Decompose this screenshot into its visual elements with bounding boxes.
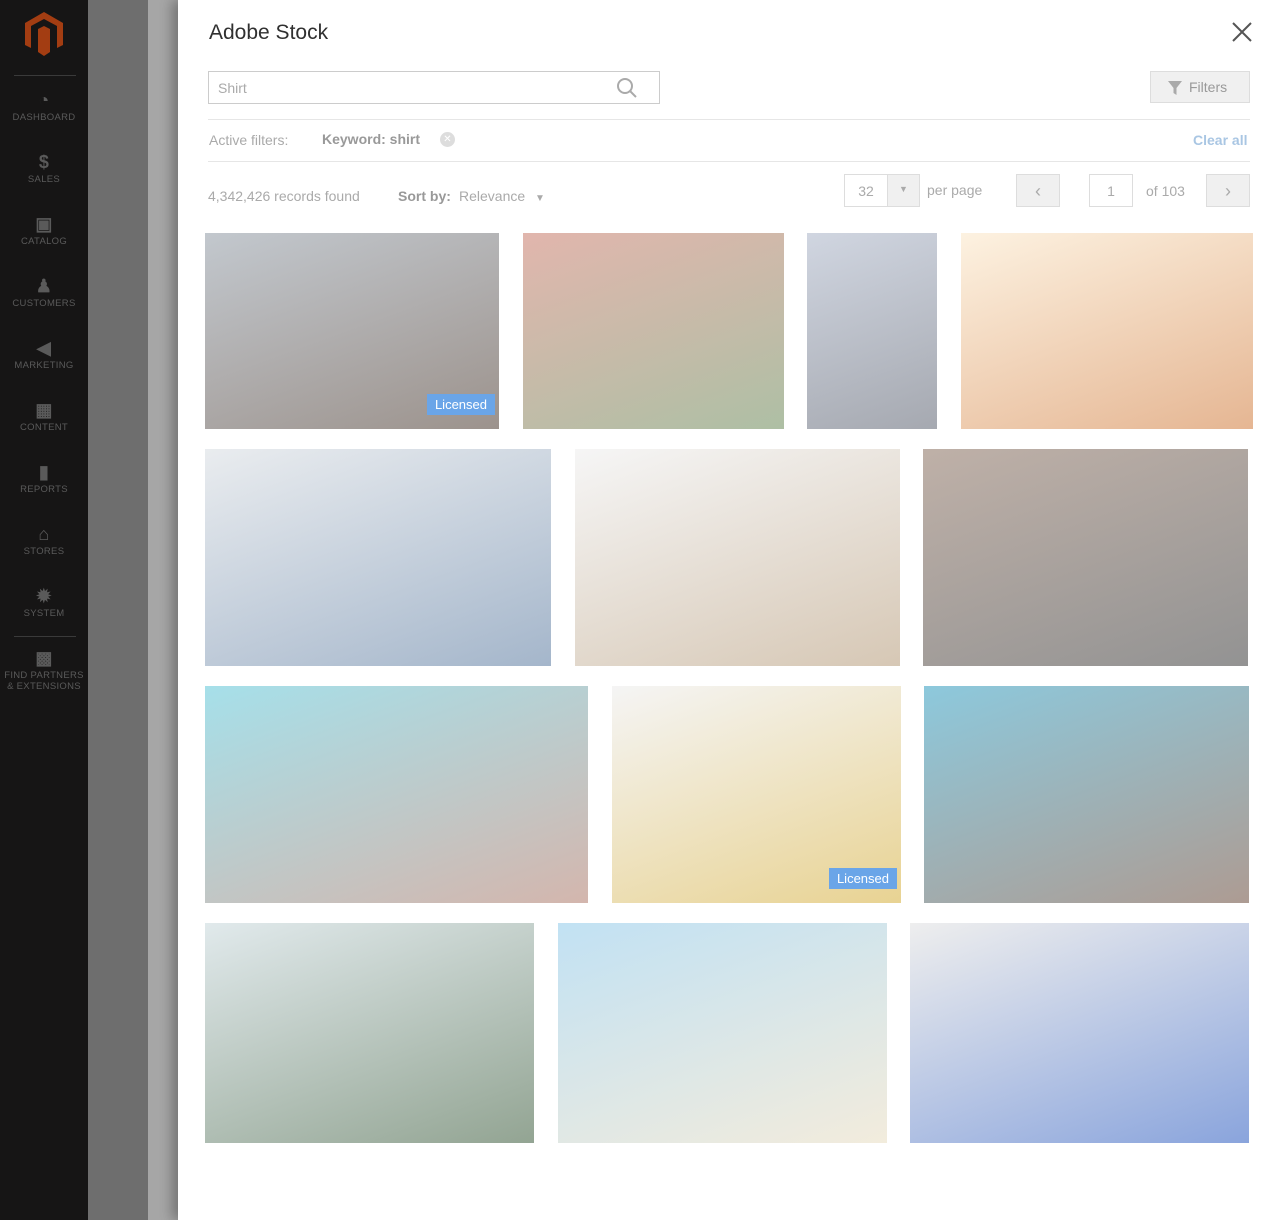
stock-image-thumbnail[interactable]: Licensed (612, 686, 901, 903)
sidebar-item-label: SYSTEM (23, 608, 65, 619)
divider (208, 161, 1250, 162)
sidebar-item-find[interactable]: ▩ FIND PARTNERS & EXTENSIONS (0, 648, 88, 692)
gear-icon: ✹ (36, 586, 52, 606)
next-page-button[interactable]: › (1206, 174, 1250, 207)
stock-image-thumbnail[interactable] (961, 233, 1253, 429)
lego-icon: ▩ (35, 648, 53, 668)
layout-icon: ▦ (35, 400, 53, 420)
stock-image-thumbnail[interactable] (205, 686, 588, 903)
sidebar-item-label: STORES (23, 546, 65, 557)
prev-page-button[interactable]: ‹ (1016, 174, 1060, 207)
licensed-badge: Licensed (828, 868, 897, 889)
page-input[interactable]: 1 (1089, 174, 1133, 207)
admin-sidebar: ◔ DASHBOARD $ SALES ▣ CATALOG ♟ CUSTOMERS ◀ MARKE… (0, 0, 88, 1220)
sidebar-item-reports[interactable]: ▮ REPORTS (0, 462, 88, 495)
sidebar-item-label: REPORTS (20, 484, 68, 495)
dashboard-icon: ◔ (38, 90, 50, 110)
active-filters-label: Active filters: (209, 132, 289, 148)
stock-image-thumbnail[interactable] (523, 233, 784, 429)
dollar-icon: $ (38, 152, 50, 172)
sidebar-item-system[interactable]: ✹ SYSTEM (0, 586, 88, 619)
bar-chart-icon: ▮ (38, 462, 50, 482)
stock-image-thumbnail[interactable] (558, 923, 887, 1143)
filters-label: Filters (1189, 79, 1228, 95)
chevron-right-icon: › (1225, 181, 1231, 201)
modal-title: Adobe Stock (209, 21, 329, 44)
sidebar-item-marketing[interactable]: ◀ MARKETING (0, 338, 88, 371)
close-icon[interactable] (1230, 20, 1254, 44)
page-total: of 103 (1146, 183, 1185, 199)
caret-down-icon: ▼ (535, 193, 545, 204)
person-icon: ♟ (35, 276, 53, 296)
stock-image-thumbnail[interactable] (575, 449, 900, 666)
chevron-left-icon: ‹ (1035, 181, 1041, 201)
divider (208, 119, 1250, 120)
adobe-stock-modal: Adobe Stock Shirt Filters Active filters… (178, 0, 1280, 1220)
stock-image-thumbnail[interactable]: Licensed (205, 233, 499, 429)
clear-all-link[interactable]: Clear all (1193, 132, 1247, 148)
divider (14, 75, 76, 76)
sidebar-item-label: SALES (27, 174, 61, 185)
per-page-label: per page (927, 182, 983, 198)
sort-label: Sort by: (398, 188, 451, 204)
sort-value: Relevance (459, 188, 526, 204)
stock-image-thumbnail[interactable] (205, 923, 534, 1143)
filters-button[interactable]: Filters (1150, 71, 1250, 103)
remove-filter-icon[interactable]: ✕ (440, 132, 455, 147)
megaphone-icon: ◀ (36, 338, 52, 358)
search-icon[interactable] (616, 77, 638, 99)
sidebar-item-label: CONTENT (19, 422, 68, 433)
stock-image-thumbnail[interactable] (205, 449, 551, 666)
sidebar-item-label: DASHBOARD (12, 112, 76, 123)
keyword-filter: Keyword: shirt (322, 131, 421, 147)
sidebar-item-content[interactable]: ▦ CONTENT (0, 400, 88, 433)
stock-image-thumbnail[interactable] (923, 449, 1248, 666)
sidebar-item-catalog[interactable]: ▣ CATALOG (0, 214, 88, 247)
records-found: 4,342,426 records found (208, 188, 360, 204)
stock-image-thumbnail[interactable] (910, 923, 1249, 1143)
per-page-select[interactable]: 32 (844, 174, 888, 207)
sidebar-item-stores[interactable]: ⌂ STORES (0, 524, 88, 557)
store-icon: ⌂ (38, 524, 50, 544)
sidebar-item-label: CATALOG (20, 236, 68, 247)
per-page-caret-icon[interactable]: ▼ (887, 174, 920, 207)
sort-dropdown[interactable]: Relevance ▼ (459, 188, 545, 204)
divider (14, 636, 76, 637)
sidebar-item-label: CUSTOMERS (12, 298, 76, 309)
sidebar-item-label: FIND PARTNERS & EXTENSIONS (4, 670, 84, 692)
box-icon: ▣ (35, 214, 53, 234)
funnel-icon (1168, 81, 1182, 95)
sidebar-item-customers[interactable]: ♟ CUSTOMERS (0, 276, 88, 309)
sidebar-item-label: MARKETING (14, 360, 74, 371)
sidebar-item-sales[interactable]: $ SALES (0, 152, 88, 185)
sidebar-item-dashboard[interactable]: ◔ DASHBOARD (0, 90, 88, 123)
search-input[interactable]: Shirt (208, 71, 660, 104)
licensed-badge: Licensed (426, 394, 495, 415)
stock-image-thumbnail[interactable] (924, 686, 1249, 903)
stock-image-thumbnail[interactable] (807, 233, 937, 429)
magento-logo[interactable] (25, 12, 63, 56)
